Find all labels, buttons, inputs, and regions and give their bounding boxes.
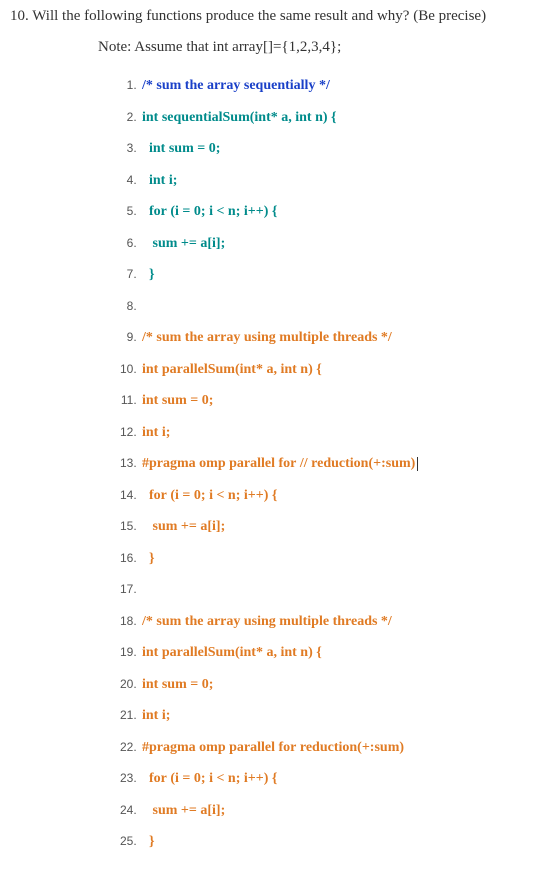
code-text: int sum = 0; <box>142 677 213 692</box>
code-line: for (i = 0; i < n; i++) { <box>140 763 541 795</box>
code-text: int i; <box>142 708 170 723</box>
code-line: int sum = 0; <box>140 133 541 165</box>
code-line: } <box>140 259 541 291</box>
code-line: int parallelSum(int* a, int n) { <box>140 637 541 669</box>
code-line: sum += a[i]; <box>140 228 541 260</box>
code-line: /* sum the array using multiple threads … <box>140 606 541 638</box>
code-line: int parallelSum(int* a, int n) { <box>140 354 541 386</box>
code-line: for (i = 0; i < n; i++) { <box>140 480 541 512</box>
code-line: #pragma omp parallel for reduction(+:sum… <box>140 732 541 764</box>
code-text: #pragma omp parallel for // reduction(+:… <box>142 456 415 471</box>
code-listing: /* sum the array sequentially */ int sequ… <box>120 70 541 858</box>
code-text: } <box>142 834 155 849</box>
code-text: for (i = 0; i < n; i++) { <box>142 488 277 503</box>
code-text: #pragma omp parallel for reduction(+:sum… <box>142 740 404 755</box>
code-line: /* sum the array sequentially */ <box>140 70 541 102</box>
code-line: /* sum the array using multiple threads … <box>140 322 541 354</box>
code-line <box>140 574 541 606</box>
code-text: int i; <box>142 425 170 440</box>
code-line <box>140 291 541 323</box>
text-caret <box>417 457 418 471</box>
code-text: int sum = 0; <box>142 141 220 156</box>
code-text: sum += a[i]; <box>142 236 225 251</box>
code-line: } <box>140 826 541 858</box>
code-line: int i; <box>140 700 541 732</box>
code-text: } <box>142 267 155 282</box>
code-line: int sum = 0; <box>140 669 541 701</box>
code-line: int i; <box>140 165 541 197</box>
code-line: int sum = 0; <box>140 385 541 417</box>
code-text: /* sum the array sequentially */ <box>142 78 330 93</box>
code-text: for (i = 0; i < n; i++) { <box>142 204 277 219</box>
code-text: int i; <box>142 173 177 188</box>
code-text <box>142 582 146 597</box>
code-text: sum += a[i]; <box>142 519 225 534</box>
code-text: /* sum the array using multiple threads … <box>142 614 392 629</box>
code-text <box>142 299 146 314</box>
code-line: sum += a[i]; <box>140 795 541 827</box>
code-text: } <box>142 551 155 566</box>
code-text: for (i = 0; i < n; i++) { <box>142 771 277 786</box>
question-prompt: 10. Will the following functions produce… <box>10 8 541 25</box>
code-text: int parallelSum(int* a, int n) { <box>142 362 322 377</box>
code-line: sum += a[i]; <box>140 511 541 543</box>
code-text: int sequentialSum(int* a, int n) { <box>142 110 337 125</box>
code-text: int sum = 0; <box>142 393 213 408</box>
question-note: Note: Assume that int array[]={1,2,3,4}; <box>98 39 541 56</box>
code-line: int i; <box>140 417 541 449</box>
code-line: } <box>140 543 541 575</box>
code-line: for (i = 0; i < n; i++) { <box>140 196 541 228</box>
code-line: #pragma omp parallel for // reduction(+:… <box>140 448 541 480</box>
code-text: int parallelSum(int* a, int n) { <box>142 645 322 660</box>
code-text: /* sum the array using multiple threads … <box>142 330 392 345</box>
page: 10. Will the following functions produce… <box>0 0 551 878</box>
code-line: int sequentialSum(int* a, int n) { <box>140 102 541 134</box>
code-text: sum += a[i]; <box>142 803 225 818</box>
